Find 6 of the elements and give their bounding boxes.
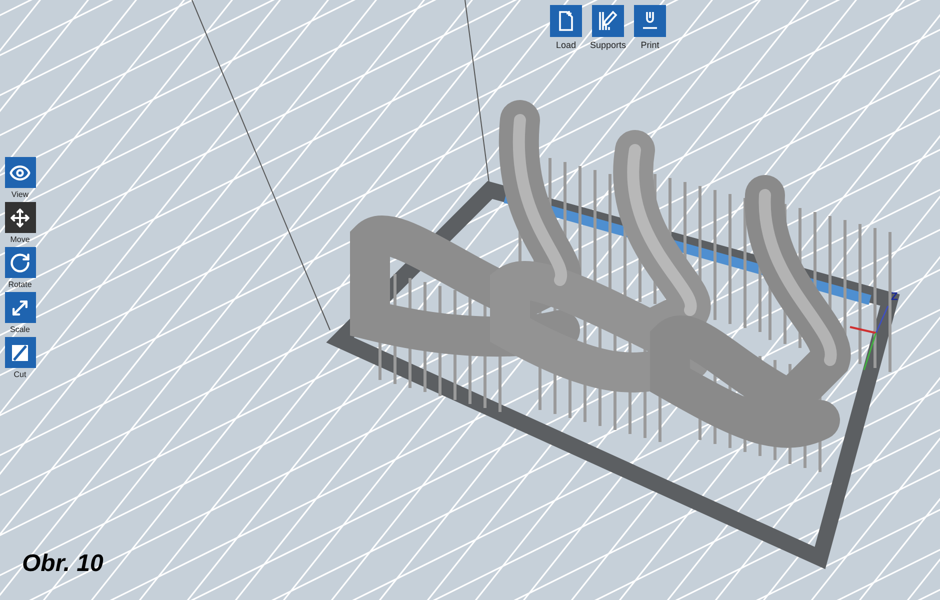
move-arrows-icon [10,208,30,228]
cut-plane-icon [11,344,29,362]
figure-caption: Obr. 10 [22,552,104,576]
rotate-icon [9,252,31,274]
axis-gizmo-icon [850,306,889,370]
pencil-bars-icon [596,9,620,33]
